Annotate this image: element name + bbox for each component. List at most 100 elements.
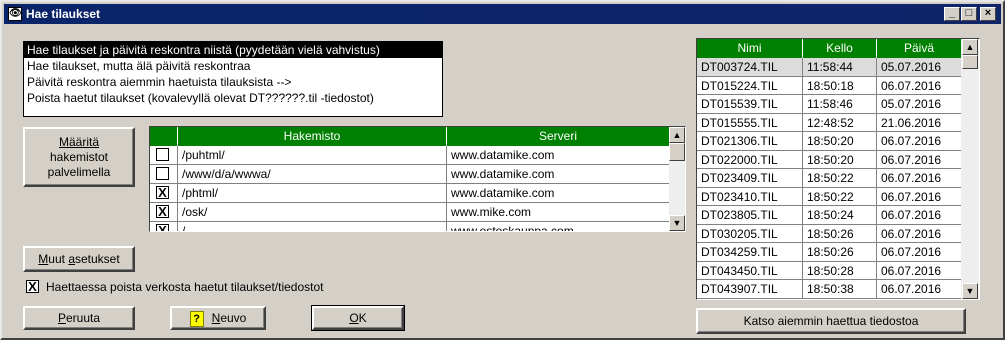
row-checkbox-cell: X (150, 184, 178, 203)
table-row[interactable]: DT023410.TIL 18:50:22 06.07.2016 (697, 187, 961, 206)
directory-table-header: Hakemisto Serveri (150, 127, 669, 146)
file-name-cell: DT022000.TIL (697, 150, 803, 169)
eye-icon[interactable]: 👁 (8, 7, 22, 21)
help-text-1: N (211, 311, 221, 325)
table-row[interactable]: X/phtml/www.datamike.com (150, 184, 669, 203)
header-nimi[interactable]: Nimi (697, 39, 803, 58)
help-button[interactable]: ? Neuvo (170, 306, 266, 330)
directory-table-scrollbar[interactable]: ▲ ▼ (669, 127, 685, 231)
option-fetch-no-update[interactable]: Hae tilaukset, mutta älä päivitä reskont… (24, 58, 442, 74)
table-row[interactable]: DT030205.TIL 18:50:26 06.07.2016 (697, 224, 961, 243)
row-checkbox[interactable] (156, 167, 169, 180)
row-checkbox-cell: X (150, 203, 178, 222)
file-name-cell: DT023409.TIL (697, 169, 803, 187)
other-settings-button[interactable]: Muut asetukset (23, 246, 135, 272)
file-name-cell: DT023410.TIL (697, 187, 803, 206)
checkbox-column-header (150, 127, 178, 146)
time-cell: 18:50:20 (803, 132, 877, 150)
file-name-cell: DT021306.TIL (697, 132, 803, 150)
scroll-thumb[interactable] (669, 143, 685, 161)
other-settings-text-1: M (38, 252, 49, 266)
table-row[interactable]: DT022000.TIL 18:50:20 06.07.2016 (697, 150, 961, 169)
table-row[interactable]: /www/d/a/wwwa/www.datamike.com (150, 165, 669, 184)
table-row[interactable]: /puhtml/www.datamike.com (150, 146, 669, 165)
time-cell: 18:50:18 (803, 76, 877, 95)
file-name-cell: DT034259.TIL (697, 243, 803, 261)
title-bar[interactable]: 👁 Hae tilaukset _ □ × (4, 4, 1001, 24)
date-cell: 06.07.2016 (881, 134, 942, 148)
time-cell: 12:48:52 (803, 113, 877, 132)
table-row[interactable]: DT021306.TIL 18:50:20 06.07.2016 (697, 132, 961, 151)
close-button[interactable]: × (980, 7, 996, 21)
option-delete-fetched[interactable]: Poista haetut tilaukset (kovalevyllä ole… (24, 90, 442, 106)
table-row[interactable]: DT015539.TIL 11:58:46 05.07.2016 (697, 95, 961, 114)
file-name-cell: DT003724.TIL (697, 58, 803, 76)
server-cell: www.datamike.com (451, 167, 555, 181)
date-cell: 06.07.2016 (881, 263, 942, 278)
ok-text-1: O (349, 311, 359, 325)
table-row[interactable]: DT043450.TIL 18:50:28 06.07.2016 (697, 261, 961, 280)
row-checkbox[interactable]: X (156, 186, 169, 199)
header-hakemisto[interactable]: Hakemisto (178, 127, 447, 146)
scroll-down-icon[interactable]: ▼ (669, 215, 685, 231)
cancel-button[interactable]: Peruuta (23, 306, 135, 330)
table-row[interactable]: DT043907.TIL 18:50:38 06.07.2016 (697, 280, 961, 299)
file-table: Nimi Kello Päivä DT003724.TIL 11:58:44 05.… (696, 38, 980, 300)
table-row[interactable]: X/osk/www.mike.com (150, 203, 669, 222)
scroll-thumb[interactable] (962, 55, 978, 69)
header-kello[interactable]: Kello (803, 39, 877, 58)
row-checkbox-cell: X (150, 222, 178, 231)
option-update-from-fetched[interactable]: Päivitä reskontra aiemmin haetuista tila… (24, 74, 442, 90)
time-cell: 18:50:26 (803, 224, 877, 243)
action-options-list[interactable]: Hae tilaukset ja päivitä reskontra niist… (23, 41, 443, 117)
view-previous-file-button[interactable]: Katso aiemmin haettua tiedostoa (696, 308, 966, 334)
delete-from-network-checkbox[interactable]: X (26, 280, 39, 293)
scroll-up-icon[interactable]: ▲ (669, 127, 685, 143)
file-name-cell: DT015539.TIL (697, 95, 803, 113)
ok-text-2: K (358, 311, 367, 325)
table-row[interactable]: X / www.ostoskauppa.com (150, 222, 669, 232)
server-cell: www.mike.com (451, 205, 532, 219)
question-mark-icon: ? (189, 310, 204, 327)
server-cell: www.ostoskauppa.com (451, 224, 574, 232)
date-cell: 05.07.2016 (881, 97, 942, 111)
delete-from-network-label: Haettaessa poista verkosta haetut tilauk… (46, 280, 324, 294)
table-row[interactable]: DT023409.TIL 18:50:22 06.07.2016 (697, 169, 961, 188)
table-row[interactable]: DT015224.TIL 18:50:18 06.07.2016 (697, 76, 961, 95)
define-directories-text-3: palvelimella (47, 165, 111, 179)
file-name-cell: DT015224.TIL (697, 76, 803, 95)
file-name-cell: DT023805.TIL (697, 206, 803, 224)
table-row[interactable]: DT015555.TIL 12:48:52 21.06.2016 (697, 113, 961, 132)
scroll-up-icon[interactable]: ▲ (962, 39, 978, 55)
server-cell: www.datamike.com (451, 186, 555, 200)
header-paiva[interactable]: Päivä (877, 39, 961, 58)
date-cell: 06.07.2016 (881, 226, 942, 241)
scroll-down-icon[interactable]: ▼ (962, 283, 978, 299)
minimize-button[interactable]: _ (944, 7, 960, 21)
ok-button[interactable]: OK (311, 305, 405, 331)
date-cell: 06.07.2016 (881, 78, 942, 93)
maximize-button[interactable]: □ (961, 7, 977, 21)
directory-table: Hakemisto Serveri /puhtml/www.datamike.c… (149, 126, 686, 232)
date-cell: 06.07.2016 (881, 152, 942, 167)
time-cell: 11:58:44 (803, 58, 877, 76)
directory-cell: / (178, 222, 447, 231)
time-cell: 18:50:38 (803, 280, 877, 298)
hae-tilaukset-window: 👁 Hae tilaukset _ □ × Hae tilaukset ja p… (0, 0, 1005, 340)
time-cell: 18:50:26 (803, 243, 877, 261)
table-row[interactable]: DT023805.TIL 18:50:24 06.07.2016 (697, 206, 961, 225)
table-row[interactable]: DT034259.TIL 18:50:26 06.07.2016 (697, 243, 961, 262)
file-name-cell: DT043907.TIL (697, 280, 803, 298)
file-name-cell: DT030205.TIL (697, 224, 803, 243)
file-table-scrollbar[interactable]: ▲ ▼ (961, 39, 979, 299)
row-checkbox[interactable]: X (156, 224, 169, 231)
option-fetch-and-update[interactable]: Hae tilaukset ja päivitä reskontra niist… (24, 42, 442, 58)
header-serveri[interactable]: Serveri (447, 127, 669, 146)
date-cell: 06.07.2016 (881, 245, 942, 259)
row-checkbox[interactable] (156, 148, 169, 161)
time-cell: 11:58:46 (803, 95, 877, 113)
table-row[interactable]: DT003724.TIL 11:58:44 05.07.2016 (697, 58, 961, 77)
define-directories-button[interactable]: Määritä hakemistot palvelimella (23, 127, 135, 187)
row-checkbox[interactable]: X (156, 205, 169, 218)
server-cell: www.datamike.com (451, 148, 555, 162)
